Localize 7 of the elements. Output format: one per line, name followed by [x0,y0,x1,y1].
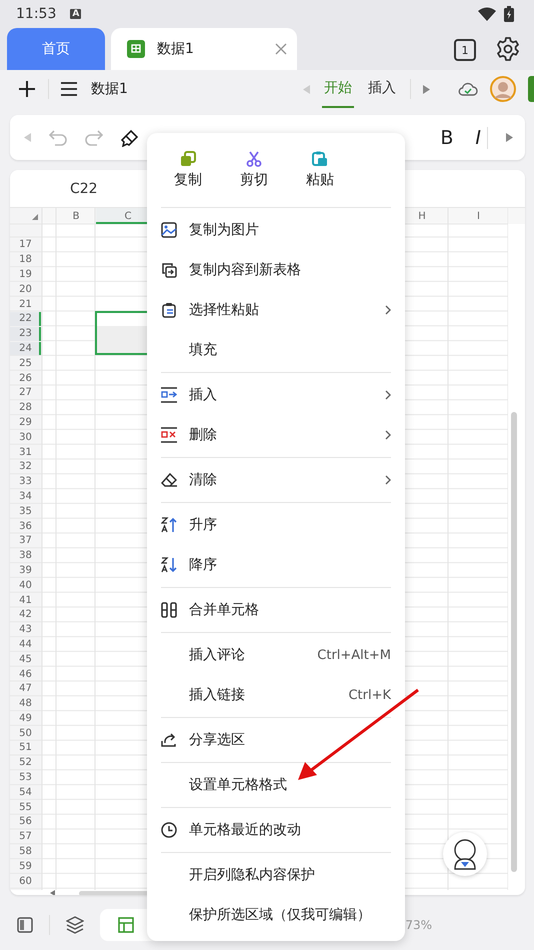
notification-icon: A [70,9,82,19]
cell-reference: C22 [70,180,98,196]
shortcut-hint: Ctrl+K [348,688,391,702]
tab-label: 数据1 [157,40,194,58]
document-title: 数据1 [91,80,128,98]
status-time: 11:53 [16,6,56,22]
shortcut-hint: Ctrl+Alt+M [317,648,391,662]
